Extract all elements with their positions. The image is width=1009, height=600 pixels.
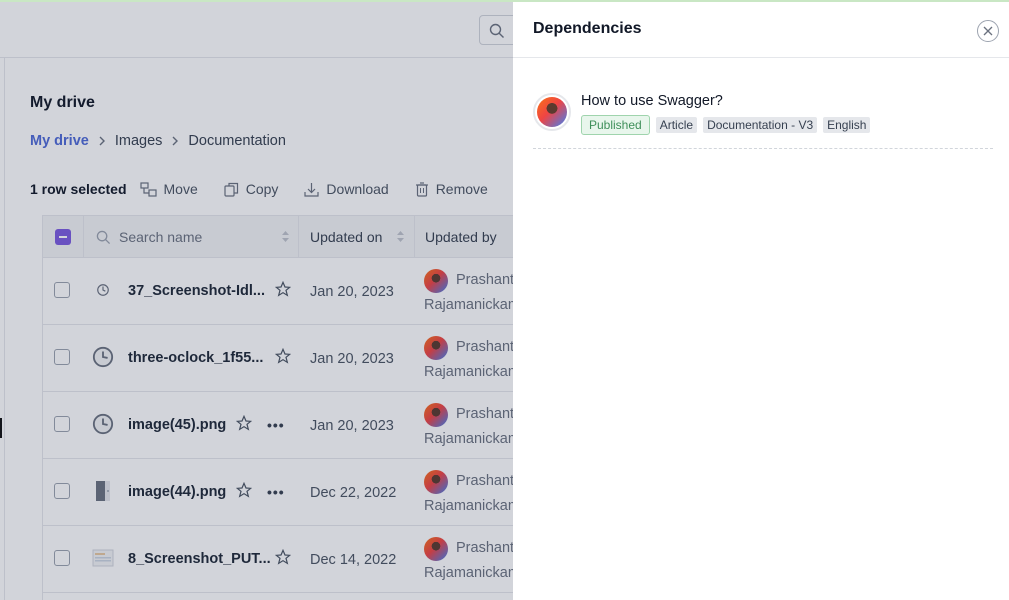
panel-header: Dependencies	[513, 0, 1009, 58]
modal-backdrop[interactable]	[0, 0, 513, 600]
panel-title: Dependencies	[533, 20, 642, 37]
close-button[interactable]	[977, 20, 999, 42]
close-icon	[983, 26, 993, 36]
type-tag: Article	[655, 117, 698, 133]
dependency-title[interactable]: How to use Swagger?	[581, 93, 723, 109]
language-tag: English	[823, 117, 871, 133]
project-tag: Documentation - V3	[703, 117, 818, 133]
top-progress-line	[0, 0, 1009, 2]
dependency-item[interactable]: How to use Swagger? Published Article Do…	[533, 90, 993, 149]
avatar	[533, 93, 571, 131]
status-badge: Published	[581, 115, 650, 135]
dependency-tags: Published Article Documentation - V3 Eng…	[581, 115, 876, 135]
dependencies-panel: Dependencies How to use Swagger? Publish…	[513, 0, 1009, 600]
